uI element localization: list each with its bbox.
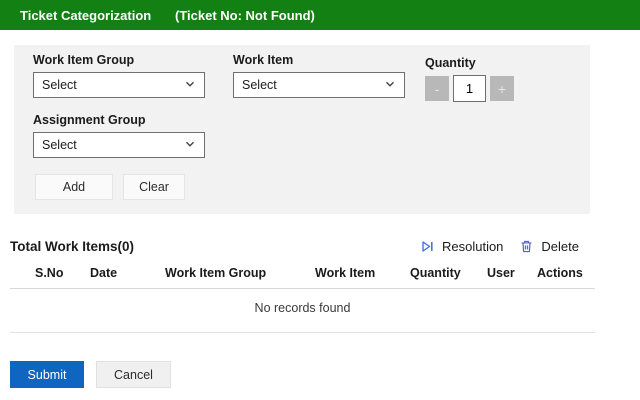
assignment-group-value: Select (42, 138, 77, 152)
delete-action[interactable]: Delete (519, 239, 579, 254)
chevron-down-icon (184, 138, 196, 153)
page-title: Ticket Categorization (20, 8, 151, 23)
ticket-number-label: (Ticket No: Not Found) (175, 8, 315, 23)
quantity-input[interactable] (453, 75, 486, 102)
work-item-label: Work Item (233, 54, 405, 67)
trash-icon (519, 239, 534, 254)
footer-actions: Submit Cancel (10, 361, 640, 388)
column-header-actions: Actions (537, 266, 597, 280)
assignment-group-label: Assignment Group (33, 114, 590, 127)
work-item-group-select[interactable]: Select (33, 72, 205, 98)
submit-button[interactable]: Submit (10, 361, 84, 388)
chevron-down-icon (184, 78, 196, 93)
quantity-stepper: - + (425, 75, 514, 102)
work-item-group-value: Select (42, 78, 77, 92)
total-work-items-title: Total Work Items(0) (10, 239, 134, 254)
quantity-field: Quantity - + (425, 54, 514, 102)
column-header-work-item: Work Item (315, 266, 410, 280)
work-item-field: Work Item Select (233, 54, 405, 102)
work-item-group-field: Work Item Group Select (33, 54, 205, 102)
quantity-increment-button[interactable]: + (490, 76, 514, 101)
work-items-section: Total Work Items(0) Resolution Delete S.… (10, 239, 595, 333)
work-item-group-label: Work Item Group (33, 54, 205, 67)
chevron-down-icon (384, 78, 396, 93)
add-button[interactable]: Add (35, 174, 113, 200)
form-panel: Work Item Group Select Work Item Select (14, 45, 590, 214)
step-forward-icon (420, 239, 435, 254)
work-item-value: Select (242, 78, 277, 92)
column-header-sno: S.No (35, 266, 90, 280)
column-header-work-item-group: Work Item Group (165, 266, 315, 280)
delete-action-label: Delete (541, 239, 579, 254)
clear-button[interactable]: Clear (123, 174, 185, 200)
column-header-date: Date (90, 266, 165, 280)
assignment-group-select[interactable]: Select (33, 132, 205, 158)
form-row-3: Add Clear (35, 174, 590, 200)
column-header-quantity: Quantity (410, 266, 487, 280)
resolution-action-label: Resolution (442, 239, 503, 254)
quantity-label: Quantity (425, 57, 514, 70)
work-items-header: Total Work Items(0) Resolution Delete (10, 239, 595, 254)
form-row-1: Work Item Group Select Work Item Select (33, 54, 590, 102)
header-bar: Ticket Categorization (Ticket No: Not Fo… (0, 0, 640, 30)
resolution-action[interactable]: Resolution (420, 239, 503, 254)
table-header-row: S.No Date Work Item Group Work Item Quan… (10, 266, 595, 289)
work-items-actions: Resolution Delete (420, 239, 579, 254)
ticket-categorization-app: Ticket Categorization (Ticket No: Not Fo… (0, 0, 640, 388)
quantity-decrement-button[interactable]: - (425, 76, 449, 101)
empty-table-message: No records found (10, 289, 595, 333)
column-header-user: User (487, 266, 537, 280)
cancel-button[interactable]: Cancel (96, 361, 171, 388)
form-row-2: Assignment Group Select (33, 114, 590, 158)
assignment-group-field: Assignment Group Select (33, 114, 590, 158)
work-item-select[interactable]: Select (233, 72, 405, 98)
